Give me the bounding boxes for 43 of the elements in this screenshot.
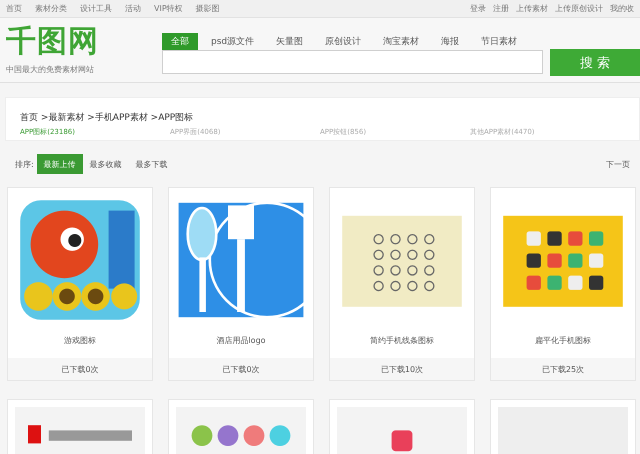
sort-option[interactable]: 最多下载	[128, 154, 175, 174]
nav-link[interactable]: 素材分类	[35, 3, 67, 14]
search-tab[interactable]: 全部	[162, 33, 198, 50]
nav-link[interactable]: 设计工具	[80, 3, 112, 14]
item-card[interactable]: 简约手机线条图标 已下载10次	[329, 187, 475, 381]
item-title: 游戏图标	[64, 335, 96, 346]
download-count: 已下载10次	[380, 364, 424, 374]
download-count: 已下载0次	[61, 364, 99, 374]
download-count: 已下载0次	[222, 364, 260, 374]
search-tab[interactable]: psd源文件	[202, 33, 264, 50]
nav-link[interactable]: 登录	[470, 3, 486, 14]
logo[interactable]: 千图网	[6, 27, 99, 57]
nav-link[interactable]: 上传素材	[516, 3, 548, 14]
item-card[interactable]: 酒店用品logo 已下载0次	[168, 187, 314, 381]
item-title: 简约手机线条图标	[370, 335, 434, 346]
search-tab[interactable]: 节日素材	[472, 33, 526, 50]
nav-link[interactable]: 活动	[125, 3, 141, 14]
item-title: 扁平化手机图标	[535, 335, 591, 346]
sort-option[interactable]: 最多收藏	[82, 154, 129, 174]
nav-link[interactable]: 首页	[6, 3, 22, 14]
item-card[interactable]	[329, 399, 475, 454]
nav-link[interactable]: VIP特权	[154, 3, 183, 14]
breadcrumb: 首页 >最新素材 >手机APP素材 >APP图标	[20, 112, 194, 124]
item-card[interactable]: 游戏图标 已下载0次	[7, 187, 153, 381]
item-card[interactable]: 扁平化手机图标 已下载25次	[490, 187, 636, 381]
logo-tagline: 中国最大的免费素材网站	[6, 64, 94, 75]
next-page-link[interactable]: 下一页	[600, 158, 636, 170]
sort-label: 排序:	[15, 158, 34, 170]
search-tab[interactable]: 矢量图	[267, 33, 312, 50]
download-count: 已下载25次	[542, 364, 584, 374]
sort-option[interactable]: 最新上传	[36, 154, 83, 174]
search-field[interactable]	[162, 50, 543, 74]
search-tab[interactable]: 原创设计	[316, 33, 370, 50]
item-card[interactable]	[168, 399, 314, 454]
search-tab[interactable]: 淘宝素材	[374, 33, 428, 50]
nav-link[interactable]: 注册	[493, 3, 509, 14]
item-card[interactable]	[7, 399, 153, 454]
nav-link[interactable]: 上传原创设计	[555, 3, 603, 14]
item-title: 酒店用品logo	[216, 335, 266, 346]
nav-link[interactable]: 我的收	[610, 3, 634, 14]
nav-link[interactable]: 摄影图	[196, 3, 220, 14]
search-tab[interactable]: 海报	[432, 33, 468, 50]
search-button[interactable]: 搜 索	[550, 49, 640, 76]
